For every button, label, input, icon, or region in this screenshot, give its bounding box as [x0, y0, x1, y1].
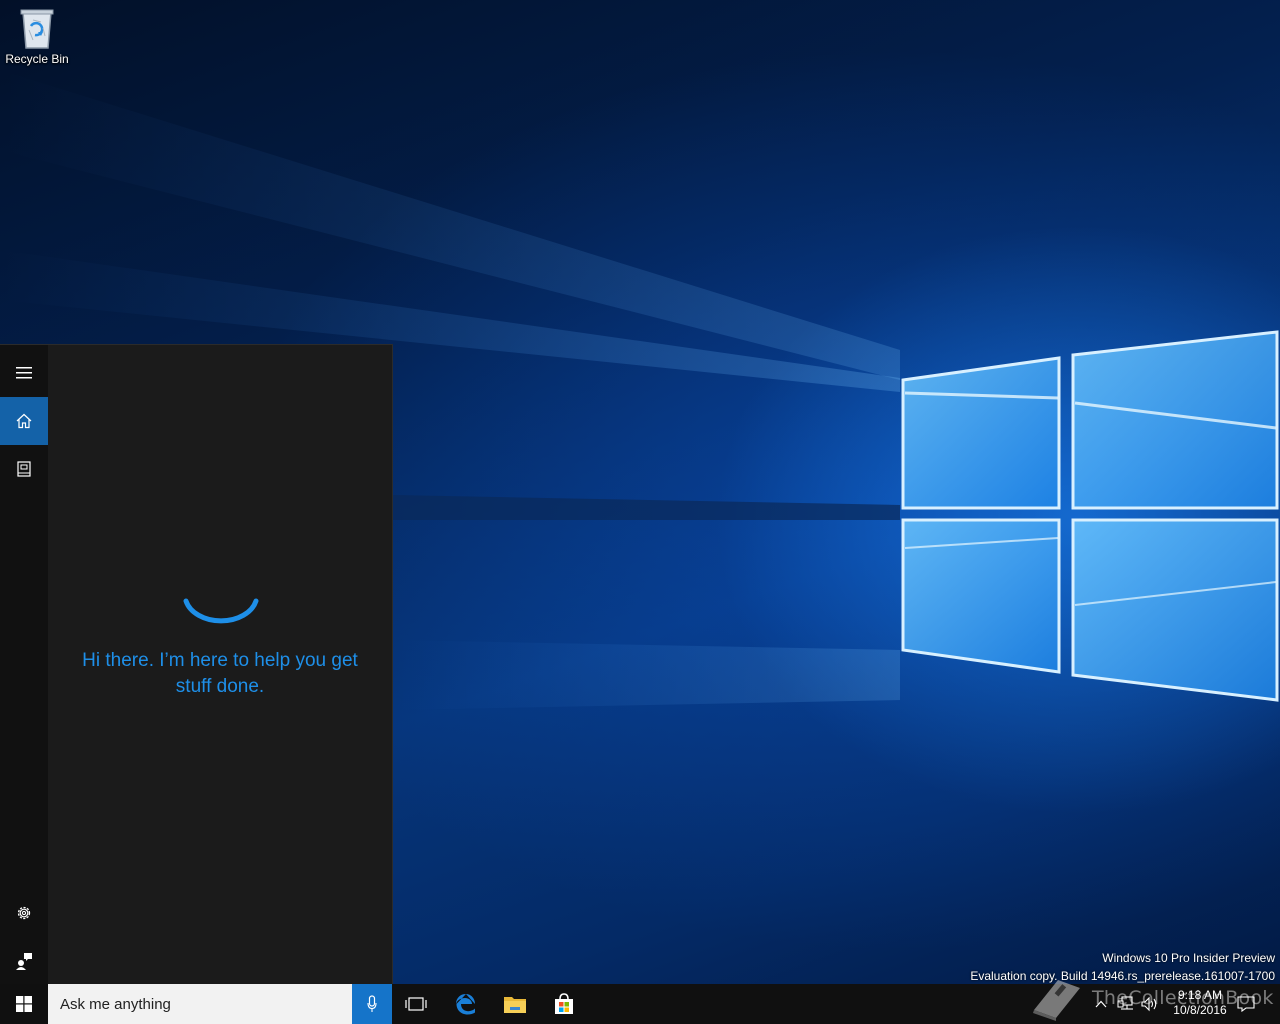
notebook-icon: [17, 461, 31, 477]
cortana-menu-button[interactable]: [0, 349, 48, 397]
cortana-search-box[interactable]: [48, 984, 392, 1024]
feedback-icon: [16, 953, 32, 970]
recycle-bin-icon: [20, 9, 54, 49]
overlay-watermark-text: TheCollectionBook: [1092, 987, 1274, 1009]
cortana-nav-rail: [0, 345, 48, 984]
hamburger-icon: [16, 367, 32, 379]
cortana-notebook-button[interactable]: [0, 445, 48, 493]
file-explorer-icon: [504, 997, 526, 1013]
store-taskbar-button[interactable]: [540, 984, 588, 1024]
start-button[interactable]: [0, 984, 48, 1024]
book-watermark-icon: [1033, 980, 1080, 1021]
search-input[interactable]: [48, 984, 352, 1024]
edge-icon: [456, 994, 475, 1015]
cortana-panel: Hi there. I’m here to help you get stuff…: [0, 344, 393, 984]
edge-taskbar-button[interactable]: [442, 984, 490, 1024]
taskbar: 9:18 AM 10/8/2016: [0, 984, 1280, 1024]
file-explorer-taskbar-button[interactable]: [491, 984, 539, 1024]
cortana-home-button[interactable]: [0, 397, 48, 445]
task-view-button[interactable]: [392, 984, 440, 1024]
recycle-bin-shortcut[interactable]: Recycle Bin: [2, 6, 72, 76]
microphone-button[interactable]: [352, 984, 392, 1024]
cortana-content: Hi there. I’m here to help you get stuff…: [48, 345, 392, 984]
task-view-icon: [405, 997, 427, 1011]
watermark-edition: Windows 10 Pro Insider Preview: [1102, 951, 1275, 965]
recycle-bin-label: Recycle Bin: [5, 52, 69, 66]
gear-icon: [17, 906, 31, 920]
cortana-feedback-button[interactable]: [0, 937, 48, 985]
watermark-build: Evaluation copy. Build 14946.rs_prerelea…: [970, 969, 1275, 983]
build-watermark: Windows 10 Pro Insider Preview Evaluatio…: [970, 949, 1275, 985]
cortana-greeting: Hi there. I’m here to help you get stuff…: [82, 650, 358, 697]
windows-logo-icon: [16, 996, 32, 1012]
cortana-settings-button[interactable]: [0, 889, 48, 937]
home-icon: [16, 413, 32, 429]
store-icon: [555, 993, 573, 1014]
cortana-ring-icon: [183, 598, 259, 624]
microphone-icon: [367, 995, 377, 1012]
